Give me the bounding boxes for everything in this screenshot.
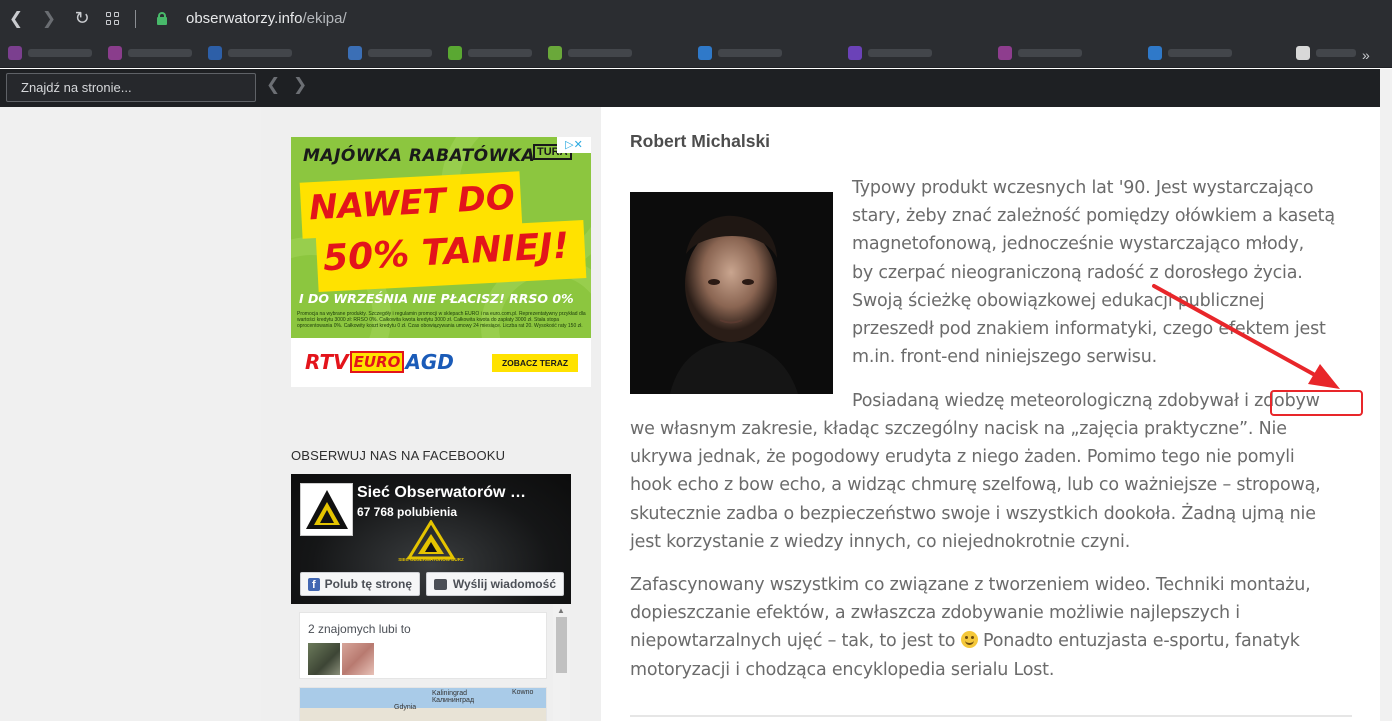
ad-headline: MAJÓWKA RABATÓWKA [303,146,536,166]
text-line: ukrywa jednak, że pogodowy erudyta z nie… [630,447,1295,468]
ad-choices-icon[interactable]: ▷✕ [557,137,591,153]
text-line: jest korzystanie z wiedzy innych, co nie… [630,531,1131,552]
ad-subline: I DO WRZEŚNIA NIE PŁACISZ! RRSO 0% [299,291,574,306]
find-previous-icon[interactable]: ❮ [266,75,280,95]
bookmark-item[interactable] [848,44,932,62]
sidebar: MAJÓWKA RABATÓWKA TURA ▷✕ NAWET DO 50% T… [261,107,601,721]
ad-fine-print: Promocja na wybrane produkty. Szczegóły … [297,311,586,329]
facebook-likes-count: 67 768 polubienia [357,505,458,519]
friends-like-box: 2 znajomych lubi to [299,612,547,679]
text-line: Typowy produkt wczesnych lat '90. Jest w… [852,178,1314,198]
bookmark-item[interactable] [698,44,782,62]
text-segment: Ponadto entuzjasta e-sportu, fanatyk [983,631,1300,652]
ad-logo: RTV EURO AGD [305,350,454,374]
ad-logo-rtv: RTV [305,350,349,374]
like-button-label: Polub tę stronę [324,577,412,591]
text-line: hook echo z bow echo, a widząc chmurę sz… [630,475,1321,496]
toolbar-separator [135,10,136,28]
map-land [300,708,546,721]
facebook-page-name[interactable]: Sieć Obserwatorów … [357,484,526,502]
team-member-article: Robert Michalski Typowy produkt wczesnyc… [630,107,1363,721]
text-line: stary, żeby znać zależność pomiędzy ołów… [852,206,1335,227]
browser-toolbar: ❮ ❯ ↻ obserwatorzy.info/ekipa/ [0,0,1392,38]
message-icon [434,578,447,590]
author-photo [630,192,833,394]
bookmark-item[interactable] [1148,44,1232,62]
ad-bottom-panel: RTV EURO AGD ZOBACZ TERAZ [291,338,591,387]
find-input[interactable]: Znajdź na stronie... [6,73,256,102]
author-name: Robert Michalski [630,131,771,151]
emblem-caption: SIEĆ OBSERWATORÓW BURZ [398,557,464,562]
chevron-right-icon[interactable]: » [1362,47,1370,63]
friend-avatar[interactable] [342,643,374,675]
bookmark-item[interactable] [448,44,532,62]
friend-avatar[interactable] [308,643,340,675]
ad-cta-button[interactable]: ZOBACZ TERAZ [492,354,578,372]
bookmark-item[interactable] [348,44,432,62]
url-domain: obserwatorzy.info [186,10,303,27]
bookmark-item[interactable] [108,44,192,62]
text-line: dopieszczanie efektów, a zwłaszcza zdoby… [630,603,1240,624]
text-line: magnetofonową, jednocześnie wystarczając… [852,234,1304,255]
facebook-icon: f [308,577,320,591]
ad-logo-agd: AGD [405,350,454,374]
friends-like-text: 2 znajomych lubi to [308,622,411,636]
page-content: MAJÓWKA RABATÓWKA TURA ▷✕ NAWET DO 50% T… [0,107,1380,721]
bookmark-item[interactable] [998,44,1082,62]
scroll-thumb[interactable] [556,617,567,673]
text-line: we własnym zakresie, kładąc szczególny n… [630,419,1287,439]
facebook-heading: OBSERWUJ NAS NA FACEBOOKU [291,448,506,463]
map-label: Gdynia [394,704,417,711]
page-gutter [0,107,261,721]
map-label: Калининград [432,697,475,704]
text-line-with-emoji: niepowtarzalnych ujęć – tak, to jest to … [630,627,1310,655]
address-bar[interactable]: obserwatorzy.info/ekipa/ [186,10,347,27]
text-line: skutecznie zadba o bezpieczeństwo swoje … [630,503,1316,524]
facebook-message-button[interactable]: Wyślij wiadomość [426,572,564,596]
find-bar: Znajdź na stronie... ❮ ❯ [0,69,1380,107]
map-label: Kaliningrad [432,690,468,697]
facebook-page-widget[interactable]: Sieć Obserwatorów … 67 768 polubienia SI… [291,474,571,604]
facebook-like-button[interactable]: f Polub tę stronę [300,572,420,596]
message-button-label: Wyślij wiadomość [452,577,556,591]
map-label: Kowno [512,689,534,696]
scroll-up-icon[interactable]: ▲ [557,606,565,615]
widget-scrollbar[interactable]: ▲ [553,604,570,721]
ad-logo-euro: EURO [349,351,405,373]
text-segment: niepowtarzalnych ujęć – tak, to jest to [630,631,956,652]
find-next-icon[interactable]: ❯ [293,75,307,95]
bookmark-item[interactable] [548,44,632,62]
bio-paragraph-3: Zafascynowany wszystkim co związane z tw… [630,571,1311,684]
back-icon[interactable]: ❮ [6,8,26,30]
reload-icon[interactable]: ↻ [72,8,92,30]
ad-top-panel: MAJÓWKA RABATÓWKA TURA ▷✕ NAWET DO 50% T… [291,137,591,338]
annotation-arrow-icon [1152,284,1340,389]
text-line: Zafascynowany wszystkim co związane z tw… [630,575,1311,595]
page-logo[interactable] [300,483,353,536]
url-path: /ekipa/ [302,10,347,27]
bio-paragraph-2: we własnym zakresie, kładąc szczególny n… [630,415,1321,556]
forward-icon[interactable]: ❯ [39,8,59,30]
bookmark-item[interactable] [208,44,292,62]
section-divider [630,715,1352,717]
bookmark-item[interactable] [8,44,92,62]
bookmark-item[interactable] [1296,44,1356,62]
smiley-emoji-icon [960,631,978,649]
lock-icon[interactable] [157,12,167,26]
page-scrollbar[interactable] [1380,69,1392,721]
speed-dial-icon[interactable] [106,12,120,26]
text-line: motoryzacji i chodząca encyklopedia seri… [630,659,1055,680]
bookmarks-bar: » [0,38,1392,68]
advertisement-banner[interactable]: MAJÓWKA RABATÓWKA TURA ▷✕ NAWET DO 50% T… [291,137,591,387]
location-map[interactable]: Kaliningrad Калининград Kowno Gdynia [299,687,547,721]
